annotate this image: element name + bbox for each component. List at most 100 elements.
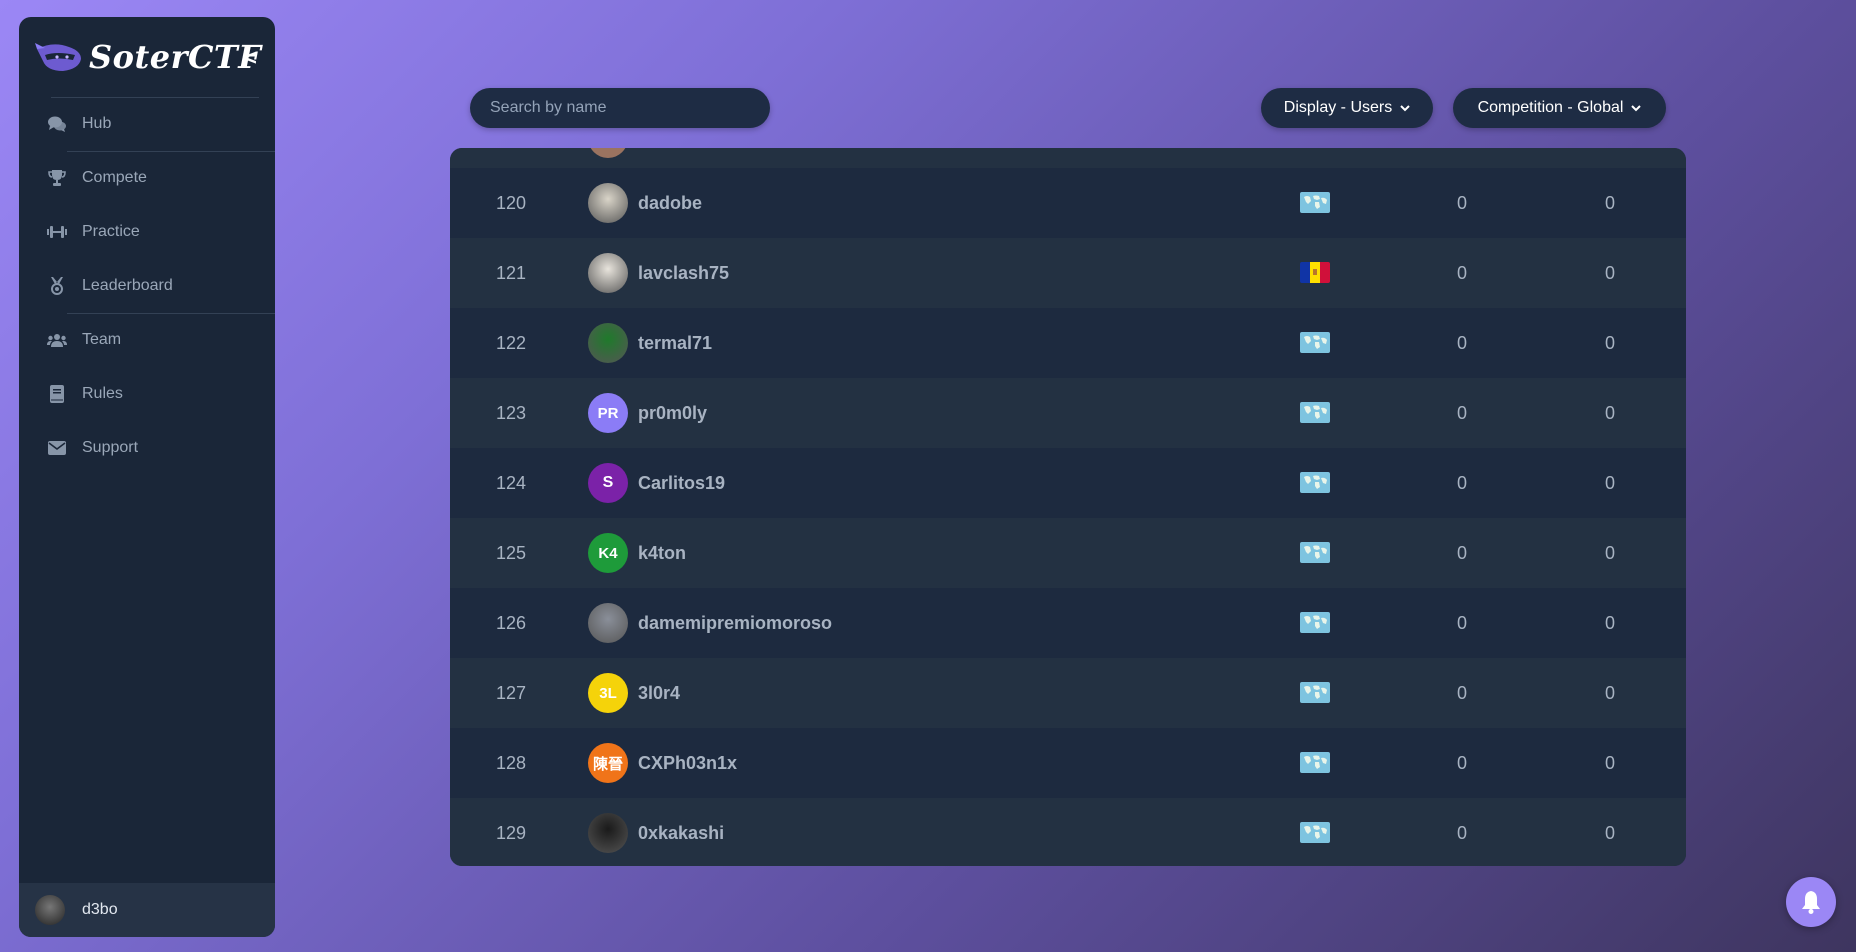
collapse-sidebar-button[interactable]: < bbox=[244, 45, 257, 71]
score-cell: 0 bbox=[1456, 823, 1467, 843]
rank-cell: 126 bbox=[495, 613, 527, 633]
table-row[interactable]: 124 S Carlitos19 0 0 bbox=[450, 448, 1686, 518]
nav-item-team[interactable]: Team bbox=[19, 320, 275, 360]
score-cell: 0 bbox=[1456, 683, 1467, 703]
avatar bbox=[588, 183, 628, 223]
trophy-icon bbox=[47, 168, 67, 188]
nav-label: Leaderboard bbox=[82, 277, 173, 294]
chat-bubbles-icon bbox=[47, 114, 67, 134]
rank-cell: 122 bbox=[495, 333, 527, 353]
score-cell: 0 bbox=[1456, 543, 1467, 563]
score-cell: 0 bbox=[1456, 333, 1467, 353]
nav-label: Practice bbox=[82, 223, 140, 240]
bell-icon bbox=[1802, 891, 1820, 914]
solves-cell: 0 bbox=[1604, 753, 1615, 773]
table-row[interactable]: 121 lavclash75 0 0 bbox=[450, 238, 1686, 308]
search-input[interactable] bbox=[470, 88, 770, 128]
nav-item-hub[interactable]: Hub bbox=[19, 104, 275, 144]
table-row[interactable]: 122 termal71 0 0 bbox=[450, 308, 1686, 378]
avatar-initials: 3L bbox=[599, 684, 617, 702]
rank-cell: 129 bbox=[495, 823, 527, 843]
username-link[interactable]: k4ton bbox=[638, 518, 686, 588]
nav-label: Hub bbox=[82, 115, 112, 132]
display-filter-dropdown[interactable]: Display - Users bbox=[1261, 88, 1433, 128]
nav-label: Compete bbox=[82, 169, 147, 186]
avatar bbox=[588, 603, 628, 643]
table-row-partial bbox=[450, 148, 1686, 170]
nav-item-practice[interactable]: Practice bbox=[19, 212, 275, 252]
solves-cell: 0 bbox=[1604, 193, 1615, 213]
nav-label: Rules bbox=[82, 385, 123, 402]
username-link[interactable]: pr0m0ly bbox=[638, 378, 707, 448]
table-row[interactable]: 125 K4 k4ton 0 0 bbox=[450, 518, 1686, 588]
rank-cell: 124 bbox=[495, 473, 527, 493]
username-link[interactable]: 0xkakashi bbox=[638, 798, 724, 866]
rank-cell: 121 bbox=[495, 263, 527, 283]
avatar: S bbox=[588, 463, 628, 503]
world-flag-icon bbox=[1300, 472, 1330, 493]
solves-cell: 0 bbox=[1604, 263, 1615, 283]
username-link[interactable]: damemipremiomoroso bbox=[638, 588, 832, 658]
nav-label: Support bbox=[82, 439, 139, 456]
medal-icon bbox=[47, 276, 67, 296]
table-row[interactable]: 129 0xkakashi 0 0 bbox=[450, 798, 1686, 866]
solves-cell: 0 bbox=[1604, 823, 1615, 843]
nav-item-compete[interactable]: Compete bbox=[19, 158, 275, 198]
score-cell: 0 bbox=[1456, 613, 1467, 633]
user-name: d3bo bbox=[82, 901, 118, 918]
avatar bbox=[588, 323, 628, 363]
ninja-logo-icon bbox=[35, 43, 81, 71]
table-row[interactable]: 126 damemipremiomoroso 0 0 bbox=[450, 588, 1686, 658]
username-link[interactable]: CXPh03n1x bbox=[638, 728, 737, 798]
score-cell: 0 bbox=[1456, 753, 1467, 773]
user-profile-button[interactable]: d3bo bbox=[19, 883, 275, 937]
world-flag-icon bbox=[1300, 192, 1330, 213]
username-link[interactable]: dadobe bbox=[638, 168, 702, 238]
avatar-initials: S bbox=[602, 474, 614, 491]
solves-cell: 0 bbox=[1604, 473, 1615, 493]
avatar-initials: K4 bbox=[598, 544, 618, 562]
nav-item-support[interactable]: Support bbox=[19, 428, 275, 468]
brand-name: SoterCTF bbox=[89, 38, 262, 76]
sidebar: SoterCTF < Hub Compete Practice Leaderbo… bbox=[19, 17, 275, 937]
notifications-button[interactable] bbox=[1786, 877, 1836, 927]
table-row[interactable]: 127 3L 3l0r4 0 0 bbox=[450, 658, 1686, 728]
avatar bbox=[35, 895, 65, 925]
table-row[interactable]: 123 PR pr0m0ly 0 0 bbox=[450, 378, 1686, 448]
dumbbell-icon bbox=[47, 222, 67, 242]
username-link[interactable]: Carlitos19 bbox=[638, 448, 725, 518]
avatar bbox=[588, 148, 628, 158]
rank-cell: 120 bbox=[495, 193, 527, 213]
username-link[interactable]: 3l0r4 bbox=[638, 658, 680, 728]
score-cell: 0 bbox=[1456, 193, 1467, 213]
rank-cell: 128 bbox=[495, 753, 527, 773]
table-row[interactable]: 120 dadobe 0 0 bbox=[450, 168, 1686, 238]
world-flag-icon bbox=[1300, 402, 1330, 423]
brand[interactable]: SoterCTF bbox=[35, 37, 261, 77]
avatar: PR bbox=[588, 393, 628, 433]
table-row[interactable]: 128 陳晉 CXPh03n1x 0 0 bbox=[450, 728, 1686, 798]
divider bbox=[67, 151, 275, 152]
users-icon bbox=[47, 330, 67, 350]
book-icon bbox=[47, 384, 67, 404]
avatar bbox=[588, 253, 628, 293]
score-cell: 0 bbox=[1456, 473, 1467, 493]
leaderboard-table: 120 dadobe 0 0 121 lavclash75 0 0 122 termal71 0 0 1… bbox=[450, 148, 1686, 866]
world-flag-icon bbox=[1300, 332, 1330, 353]
avatar-initials: PR bbox=[597, 404, 619, 422]
divider bbox=[51, 97, 259, 98]
avatar bbox=[588, 813, 628, 853]
display-filter-label: Display - Users bbox=[1283, 99, 1393, 116]
andorra-flag-icon bbox=[1300, 262, 1330, 283]
competition-filter-dropdown[interactable]: Competition - Global bbox=[1453, 88, 1666, 128]
username-link[interactable]: termal71 bbox=[638, 308, 712, 378]
divider bbox=[67, 313, 275, 314]
nav-item-leaderboard[interactable]: Leaderboard bbox=[19, 266, 275, 306]
competition-filter-label: Competition - Global bbox=[1477, 99, 1624, 116]
username-link[interactable]: lavclash75 bbox=[638, 238, 729, 308]
nav-label: Team bbox=[82, 331, 122, 348]
solves-cell: 0 bbox=[1604, 333, 1615, 353]
nav-item-rules[interactable]: Rules bbox=[19, 374, 275, 414]
chevron-down-icon bbox=[1400, 105, 1410, 112]
solves-cell: 0 bbox=[1604, 543, 1615, 563]
